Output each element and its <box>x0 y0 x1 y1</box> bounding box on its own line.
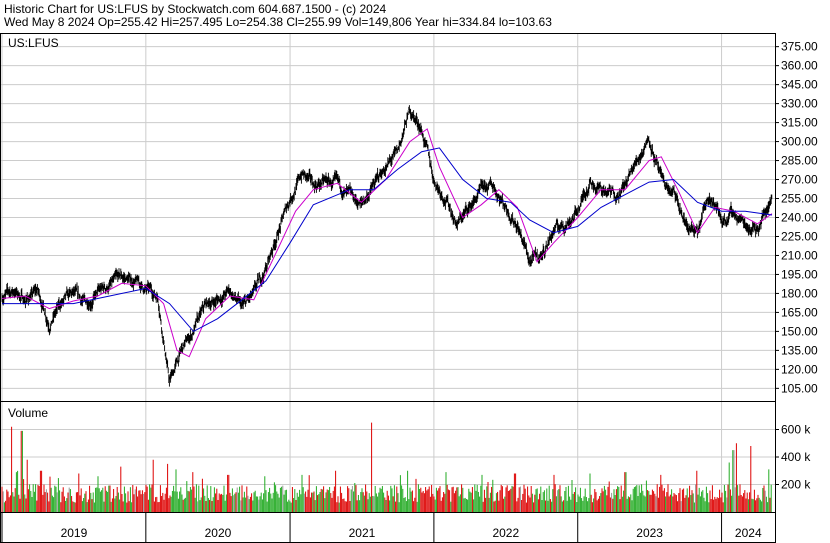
price-tick-label: 165.00 <box>781 305 818 319</box>
x-tick-label: 2021 <box>349 526 376 540</box>
price-tick-label: 120.00 <box>781 362 818 376</box>
price-tick-label: 180.00 <box>781 286 818 300</box>
volume-panel-title: Volume <box>8 406 48 420</box>
price-tick-label: 150.00 <box>781 324 818 338</box>
price-tick-label: 330.00 <box>781 97 818 111</box>
price-axis: 375.00 360.00 345.00 330.00 315.00 300.00 285.… <box>775 40 818 395</box>
x-tick-label: 2024 <box>735 526 762 540</box>
price-tick-label: 345.00 <box>781 78 818 92</box>
stock-chart: 375.00 360.00 345.00 330.00 315.00 300.00 285.… <box>0 33 818 543</box>
price-tick-label: 270.00 <box>781 173 818 187</box>
volume-tick-label: 600 k <box>781 423 811 437</box>
volume-axis: 600 k 400 k 200 k <box>775 423 811 492</box>
x-tick-label: 2020 <box>205 526 232 540</box>
price-tick-label: 255.00 <box>781 192 818 206</box>
price-panel-title: US:LFUS <box>8 36 59 50</box>
price-tick-label: 105.00 <box>781 381 818 395</box>
x-tick-label: 2019 <box>61 526 88 540</box>
price-tick-label: 225.00 <box>781 229 818 243</box>
price-tick-label: 360.00 <box>781 59 818 73</box>
x-tick-label: 2022 <box>492 526 519 540</box>
volume-tick-label: 200 k <box>781 478 811 492</box>
price-tick-label: 315.00 <box>781 116 818 130</box>
price-tick-label: 195.00 <box>781 267 818 281</box>
x-tick-label: 2023 <box>636 526 663 540</box>
price-tick-label: 300.00 <box>781 135 818 149</box>
price-tick-label: 135.00 <box>781 343 818 357</box>
volume-tick-label: 400 k <box>781 450 811 464</box>
price-tick-label: 285.00 <box>781 154 818 168</box>
price-tick-label: 240.00 <box>781 211 818 225</box>
price-tick-label: 210.00 <box>781 248 818 262</box>
price-tick-label: 375.00 <box>781 40 818 54</box>
